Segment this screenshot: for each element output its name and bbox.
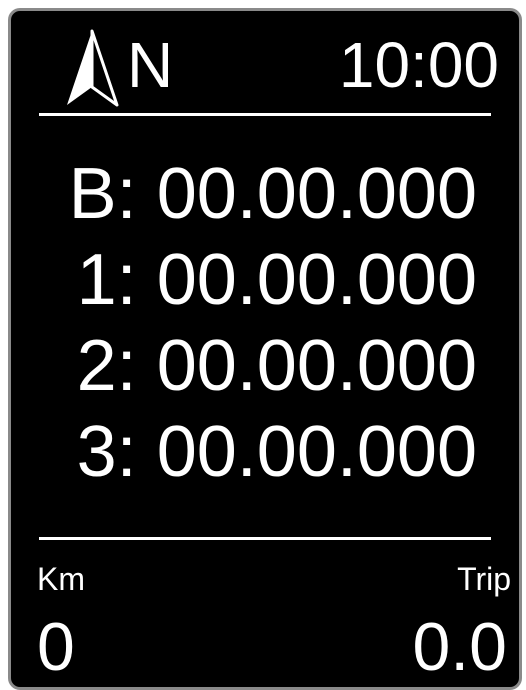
waypoint-row-1: 1: 00.00.000 [11,237,519,323]
waypoint-value: 00.00.000 [156,154,477,234]
gps-display-screen: N 10:00 B: 00.00.000 1: 00.00.000 2: 00.… [8,8,522,690]
top-divider [39,113,491,116]
waypoint-list: B: 00.00.000 1: 00.00.000 2: 00.00.000 3… [11,151,519,495]
compass-heading: N [127,29,174,101]
waypoint-label: 1: [76,240,137,320]
waypoint-value: 00.00.000 [156,412,477,492]
clock-time: 10:00 [338,29,499,101]
km-label: Km [37,561,85,597]
bottom-divider [39,537,491,540]
waypoint-row-b: B: 00.00.000 [11,151,519,237]
waypoint-value: 00.00.000 [156,326,477,406]
waypoint-row-2: 2: 00.00.000 [11,323,519,409]
trip-value: 0.0 [412,609,507,685]
waypoint-label: 2: [76,326,137,406]
waypoint-label: 3: [76,412,137,492]
header-bar: N 10:00 [11,11,519,119]
north-arrow-icon [67,29,119,107]
waypoint-label: B: [68,154,137,234]
waypoint-value: 00.00.000 [156,240,477,320]
waypoint-row-3: 3: 00.00.000 [11,409,519,495]
trip-label: Trip [457,561,511,597]
km-value: 0 [37,609,75,685]
